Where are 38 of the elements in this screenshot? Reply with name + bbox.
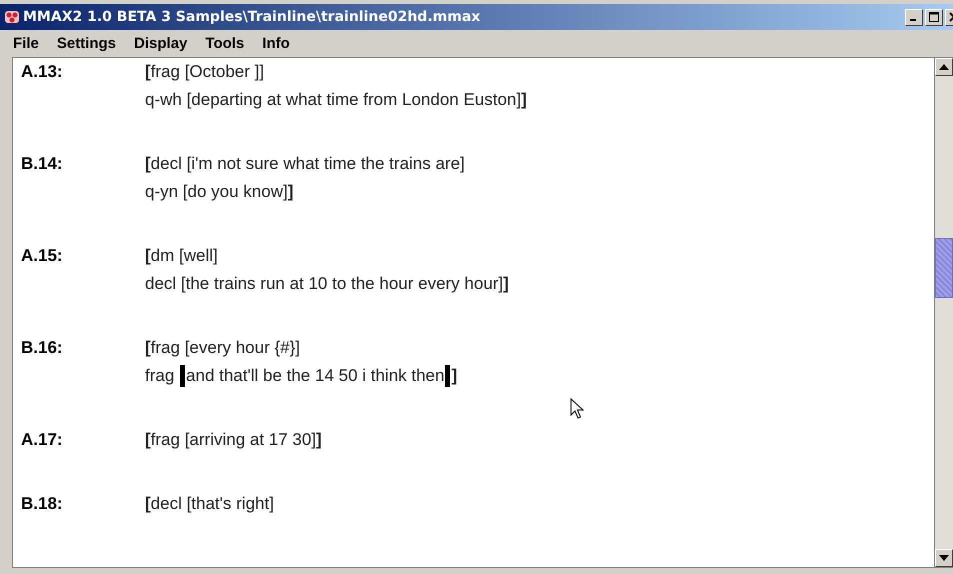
annotation-text: decl [the trains run at 10 to the hour every hour]] [145,273,509,295]
minimize-button[interactable] [905,8,923,26]
utterance-label: A.15: [21,245,64,267]
vertical-scrollbar[interactable] [934,58,953,567]
menu-item[interactable]: Settings [56,34,116,52]
annotation-text: q-wh [departing at what time from London Euston]] [145,89,527,111]
window-title: MMAX2 1.0 BETA 3 Samples\Trainline\trainline02hd.mmax [23,9,482,25]
annotation-text: [dm [well] [145,245,218,267]
menu-item[interactable]: Info [262,34,290,52]
menu-item[interactable]: Tools [205,34,244,52]
annotation-text: ] [451,365,458,387]
utterance-label: B.14: [21,153,64,175]
down-arrow-icon [939,555,949,561]
app-icon [4,9,20,25]
pointer-icon [570,398,584,420]
annotation-text: [frag [October ]] [145,61,264,83]
scroll-thumb[interactable] [935,238,953,298]
maximize-icon [929,12,939,22]
scroll-up-button[interactable] [935,58,953,76]
annotation-text: [frag [every hour {#}] [145,337,300,359]
utterance-label: A.13: [21,61,64,83]
annotation-text: [decl [i'm not sure what time the trains are] [145,153,465,175]
markable-text[interactable]: and that'll be the 14 50 i think then [186,362,444,390]
annotation-text: q-yn [do you know]] [145,181,294,203]
scroll-down-button[interactable] [935,549,953,567]
minimize-icon [910,19,916,21]
menu-item[interactable]: Display [134,34,188,52]
annotation-text: frag [145,365,176,387]
up-arrow-icon [939,64,949,70]
utterance-label: A.17: [21,429,64,451]
annotation-text: [frag [arriving at 17 30]] [145,429,322,451]
annotation-text: [decl [that's right] [145,493,274,515]
menu-item[interactable]: File [13,34,39,52]
markable-bracket [180,365,186,387]
utterance-label: B.16: [21,337,64,359]
markable-bracket [445,365,450,387]
utterance-label: B.18: [21,493,64,515]
maximize-button[interactable] [925,8,943,26]
